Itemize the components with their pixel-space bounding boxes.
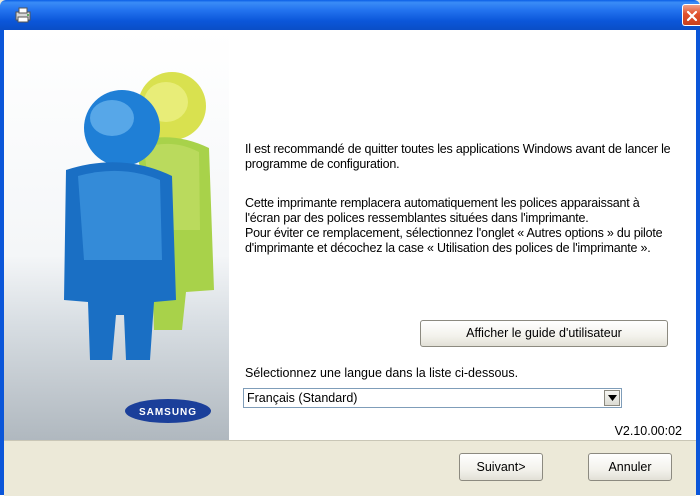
version-label: V2.10.00:02 (614, 424, 682, 438)
dropdown-arrow-button[interactable] (604, 390, 620, 406)
next-button[interactable]: Suivant> (459, 453, 543, 481)
close-button[interactable] (682, 4, 700, 26)
language-label: Sélectionnez une langue dans la liste ci… (245, 366, 519, 380)
people-illustration (64, 72, 214, 360)
close-icon (686, 10, 698, 22)
quit-apps-notice: Il est recommandé de quitter toutes les … (245, 142, 671, 171)
title-bar[interactable] (0, 0, 700, 30)
font-notice-line1: Cette imprimante remplacera automatiquem… (245, 196, 640, 225)
side-banner: SAMSUNG (4, 30, 229, 440)
window-frame-right (696, 30, 700, 495)
chevron-down-icon (608, 395, 617, 401)
language-dropdown[interactable]: Français (Standard) (243, 388, 622, 408)
font-notice-line2: Pour éviter ce remplacement, sélectionne… (245, 226, 663, 255)
content-panel: Il est recommandé de quitter toutes les … (229, 30, 696, 440)
samsung-logo: SAMSUNG (124, 398, 212, 424)
installer-window: SAMSUNG Il est recommandé de quitter tou… (0, 0, 700, 496)
button-bar: Suivant> Annuler (4, 440, 696, 496)
svg-text:SAMSUNG: SAMSUNG (139, 407, 197, 418)
font-substitution-notice: Cette imprimante remplacera automatiquem… (245, 196, 675, 256)
cancel-button[interactable]: Annuler (588, 453, 672, 481)
view-user-guide-button[interactable]: Afficher le guide d'utilisateur (420, 320, 668, 347)
installer-icon (14, 6, 34, 24)
language-selected-value: Français (Standard) (247, 391, 358, 405)
